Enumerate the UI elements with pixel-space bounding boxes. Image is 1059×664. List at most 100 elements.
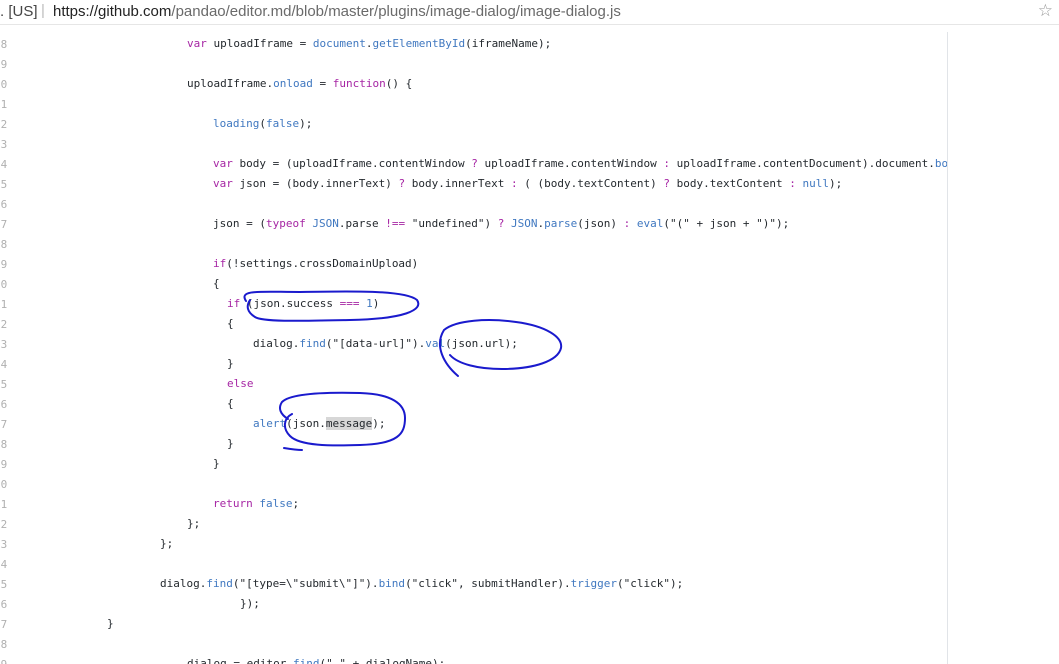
code-token: }; <box>160 537 174 550</box>
line-number[interactable]: 70 <box>0 278 8 291</box>
code-token: (json.success <box>246 297 340 310</box>
code-text: var body = (uploadIframe.contentWindow ?… <box>213 157 947 170</box>
code-text: } <box>227 357 234 370</box>
code-line: 77 alert(json.message); <box>0 414 947 434</box>
code-token: document <box>312 37 366 50</box>
line-number[interactable]: 68 <box>0 238 8 251</box>
line-number[interactable]: 82 <box>0 518 8 531</box>
line-number[interactable]: 78 <box>0 438 8 451</box>
line-number[interactable]: 79 <box>0 458 8 471</box>
code-token: message <box>325 417 373 430</box>
line-number[interactable]: 87 <box>0 618 8 631</box>
code-line: 78} <box>0 434 947 454</box>
line-number[interactable]: 84 <box>0 558 8 571</box>
code-token: val <box>425 337 446 350</box>
line-number[interactable]: 74 <box>0 358 8 371</box>
code-token: (json. <box>286 417 326 430</box>
address-separator: | <box>41 2 45 19</box>
code-token: { <box>227 317 234 330</box>
line-number[interactable]: 69 <box>0 258 8 271</box>
code-line: 83}; <box>0 534 947 554</box>
code-text: loading(false); <box>213 117 312 130</box>
line-number[interactable]: 61 <box>0 98 8 111</box>
code-text: }; <box>187 517 200 530</box>
line-number[interactable]: 65 <box>0 178 8 191</box>
code-token: (json) <box>577 217 624 230</box>
code-token: typeof <box>265 217 313 230</box>
code-line: 63 <box>0 134 947 154</box>
code-token: .parse <box>338 217 386 230</box>
line-number[interactable]: 88 <box>0 638 8 651</box>
code-text: json = (typeof JSON.parse !== "undefined… <box>213 217 789 230</box>
line-number[interactable]: 63 <box>0 138 8 151</box>
code-line: 88 <box>0 634 947 654</box>
address-bar[interactable]: . [US] | https://github.com/pandao/edito… <box>0 0 1059 25</box>
line-number[interactable]: 66 <box>0 198 8 211</box>
code-token: !== <box>385 217 406 230</box>
code-text: { <box>227 317 234 330</box>
url-host: https://github.com <box>53 3 172 20</box>
line-number[interactable]: 67 <box>0 218 8 231</box>
line-number[interactable]: 71 <box>0 298 8 311</box>
code-text: dialog.find("[data-url]").val(json.url); <box>253 337 518 350</box>
code-token: ( <box>259 117 266 130</box>
code-line: 74} <box>0 354 947 374</box>
line-number[interactable]: 59 <box>0 58 8 71</box>
code-token: ("[data-url]"). <box>325 337 426 350</box>
line-number[interactable]: 85 <box>0 578 8 591</box>
code-line: 80 <box>0 474 947 494</box>
line-number[interactable]: 83 <box>0 538 8 551</box>
line-number[interactable]: 60 <box>0 78 8 91</box>
code-text: }); <box>240 597 260 610</box>
security-label: . [US] <box>0 3 38 20</box>
code-text: if(!settings.crossDomainUpload) <box>213 257 418 270</box>
line-number[interactable]: 75 <box>0 378 8 391</box>
code-token: eval <box>636 217 664 230</box>
code-token: find <box>299 337 326 350</box>
code-token: "undefined") <box>405 217 498 230</box>
code-text: uploadIframe.onload = function() { <box>187 77 412 90</box>
code-line: 68 <box>0 234 947 254</box>
line-number[interactable]: 80 <box>0 478 8 491</box>
code-token: find <box>206 577 233 590</box>
code-line: 58 var uploadIframe = document.getElement… <box>0 34 947 54</box>
code-line: 64 var body = (uploadIframe.contentWindow… <box>0 154 947 174</box>
code-token: ) <box>372 297 380 310</box>
line-number[interactable]: 86 <box>0 598 8 611</box>
url-text[interactable]: https://github.com/pandao/editor.md/blob… <box>53 3 621 20</box>
code-token: dialog. <box>253 337 300 350</box>
line-number[interactable]: 58 <box>0 38 8 51</box>
code-token: (iframeName); <box>465 37 552 50</box>
code-token: ( (body.textContent) <box>517 177 664 190</box>
code-token: ("click", submitHandler). <box>405 577 571 590</box>
code-token: loading <box>213 117 260 130</box>
code-token: var <box>187 37 214 50</box>
code-line: 73 dialog.find("[data-url]").val(json.url… <box>0 334 947 354</box>
code-text: var uploadIframe = document.getElementBy… <box>187 37 551 50</box>
code-token: uploadIframe.contentDocument).document. <box>669 157 935 170</box>
line-number[interactable]: 81 <box>0 498 8 511</box>
code-token: false <box>265 117 300 130</box>
code-token: (json.url); <box>445 337 518 350</box>
code-token: null <box>802 177 829 190</box>
line-number[interactable]: 62 <box>0 118 8 131</box>
code-token: parse <box>544 217 578 230</box>
line-number[interactable]: 73 <box>0 338 8 351</box>
line-number[interactable]: 76 <box>0 398 8 411</box>
line-number[interactable]: 64 <box>0 158 8 171</box>
code-viewer: 58 var uploadIframe = document.getElement… <box>0 24 1059 664</box>
code-token: ("[type=\"submit\"]"). <box>232 577 379 590</box>
star-outline-icon[interactable]: ☆ <box>1038 1 1053 21</box>
code-token: : <box>789 177 796 190</box>
code-line: 75 else <box>0 374 947 394</box>
code-token: trigger <box>570 577 617 590</box>
line-number[interactable]: 72 <box>0 318 8 331</box>
code-token: var <box>213 157 240 170</box>
code-line: 82}; <box>0 514 947 534</box>
code-text: } <box>213 457 220 470</box>
code-token: dialog = editor. <box>187 657 293 664</box>
code-token: ("." + dialogName); <box>319 657 446 664</box>
line-number[interactable]: 89 <box>0 658 8 664</box>
line-number[interactable]: 77 <box>0 418 8 431</box>
code-line: 70 { <box>0 274 947 294</box>
